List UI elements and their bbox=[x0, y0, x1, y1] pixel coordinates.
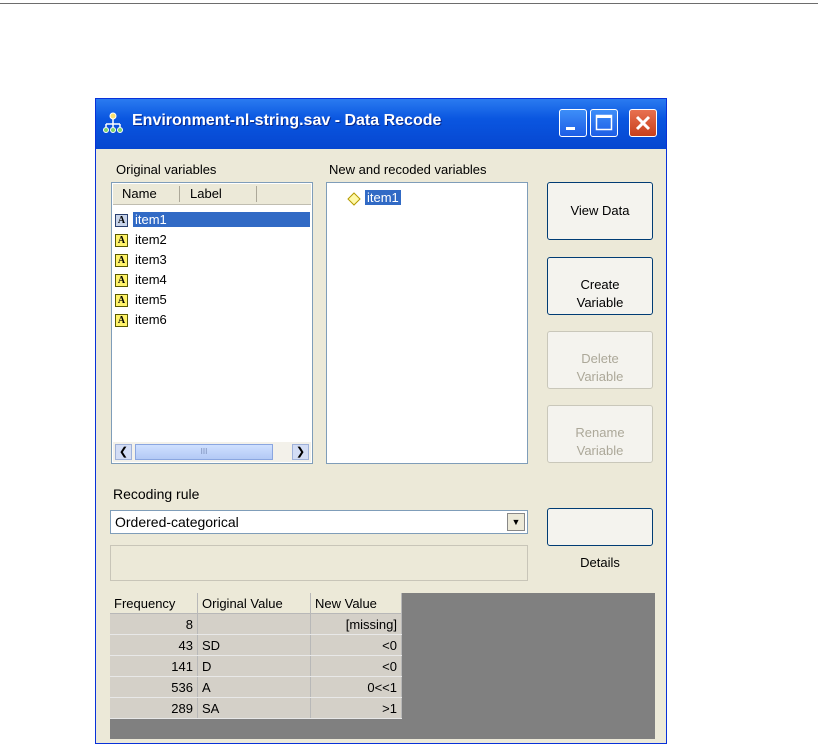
chevron-down-icon[interactable]: ▼ bbox=[507, 513, 525, 531]
cell-original-value: D bbox=[197, 655, 311, 677]
recode-table[interactable]: Frequency Original Value New Value 8 [mi… bbox=[110, 593, 655, 739]
table-row[interactable]: 8 [missing] bbox=[110, 613, 402, 635]
view-data-label: View Data bbox=[570, 203, 630, 218]
column-separator[interactable] bbox=[256, 186, 257, 202]
cell-new-value[interactable]: <0 bbox=[310, 655, 402, 677]
string-variable-icon: A bbox=[115, 254, 128, 267]
variable-name: item4 bbox=[135, 272, 167, 287]
recoding-rule-label: Recoding rule bbox=[113, 486, 200, 502]
data-recode-window: Environment-nl-string.sav - Data Recode … bbox=[95, 98, 667, 744]
list-item[interactable]: A item2 bbox=[115, 231, 215, 251]
header-new-value[interactable]: New Value bbox=[310, 593, 402, 614]
original-variables-label: Original variables bbox=[116, 162, 217, 177]
delete-variable-button[interactable]: Delete Variable bbox=[547, 331, 653, 389]
variable-name: item6 bbox=[135, 312, 167, 327]
scroll-right-icon[interactable]: ❯ bbox=[292, 444, 309, 460]
table-row[interactable]: 536 A 0<<1 bbox=[110, 676, 402, 698]
string-variable-icon: A bbox=[115, 234, 128, 247]
cell-original-value bbox=[197, 613, 311, 635]
cell-original-value: SD bbox=[197, 634, 311, 656]
new-variables-tree[interactable]: item1 bbox=[326, 182, 528, 464]
recoding-rule-value: Ordered-categorical bbox=[115, 514, 239, 530]
string-variable-icon: A bbox=[115, 274, 128, 287]
rename-variable-button[interactable]: Rename Variable bbox=[547, 405, 653, 463]
table-row[interactable]: 43 SD <0 bbox=[110, 634, 402, 656]
maximize-button[interactable] bbox=[590, 109, 618, 137]
header-original-value[interactable]: Original Value bbox=[197, 593, 311, 614]
list-item[interactable]: A item3 bbox=[115, 251, 215, 271]
minimize-button[interactable] bbox=[559, 109, 587, 137]
cell-new-value[interactable]: <0 bbox=[310, 634, 402, 656]
cell-frequency: 141 bbox=[110, 655, 198, 677]
string-variable-icon: A bbox=[115, 294, 128, 307]
table-row[interactable]: 289 SA >1 bbox=[110, 697, 402, 719]
cell-frequency: 536 bbox=[110, 676, 198, 698]
close-button[interactable] bbox=[629, 109, 657, 137]
column-name[interactable]: Name bbox=[122, 186, 157, 201]
table-header-row: Frequency Original Value New Value bbox=[110, 593, 402, 614]
window-title: Environment-nl-string.sav - Data Recode bbox=[132, 112, 442, 129]
variable-name: item1 bbox=[133, 212, 310, 227]
variable-name: item5 bbox=[135, 292, 167, 307]
new-variables-label: New and recoded variables bbox=[329, 162, 487, 177]
list-header: Name Label bbox=[113, 184, 311, 205]
variable-name: item3 bbox=[135, 252, 167, 267]
create-variable-button[interactable]: Create Variable bbox=[547, 257, 653, 315]
tree-item[interactable]: item1 bbox=[347, 189, 447, 209]
minimize-icon bbox=[566, 127, 575, 130]
cell-original-value: A bbox=[197, 676, 311, 698]
cell-new-value[interactable]: >1 bbox=[310, 697, 402, 719]
details-label: Details bbox=[580, 555, 620, 570]
column-separator[interactable] bbox=[179, 186, 180, 202]
view-data-button[interactable]: View Data bbox=[547, 182, 653, 240]
rename-variable-label: Rename Variable bbox=[575, 425, 625, 458]
list-item[interactable]: A item1 bbox=[115, 211, 310, 231]
list-item[interactable]: A item5 bbox=[115, 291, 215, 311]
delete-variable-label: Delete Variable bbox=[576, 351, 624, 384]
cell-original-value: SA bbox=[197, 697, 311, 719]
create-variable-label: Create Variable bbox=[576, 277, 624, 310]
table-row[interactable]: 141 D <0 bbox=[110, 655, 402, 677]
maximize-icon bbox=[595, 114, 613, 131]
list-item[interactable]: A item6 bbox=[115, 311, 215, 331]
string-variable-icon: A bbox=[115, 214, 128, 227]
app-tree-icon bbox=[103, 112, 123, 133]
recoding-rule-dropdown[interactable]: Ordered-categorical ▼ bbox=[110, 510, 528, 534]
new-variable-name: item1 bbox=[365, 190, 401, 205]
close-icon bbox=[635, 115, 651, 131]
scroll-thumb[interactable]: III bbox=[135, 444, 273, 460]
details-button[interactable]: Details bbox=[547, 508, 653, 570]
title-bar[interactable]: Environment-nl-string.sav - Data Recode bbox=[96, 99, 666, 149]
column-label[interactable]: Label bbox=[190, 186, 222, 201]
cell-frequency: 43 bbox=[110, 634, 198, 656]
top-rule bbox=[0, 3, 818, 4]
string-variable-icon: A bbox=[115, 314, 128, 327]
cell-new-value[interactable]: [missing] bbox=[310, 613, 402, 635]
cell-frequency: 289 bbox=[110, 697, 198, 719]
horizontal-scrollbar[interactable]: ❮ III ❯ bbox=[113, 442, 311, 462]
original-variables-list[interactable]: Name Label A item1 A item2 A item3 A ite… bbox=[111, 182, 313, 464]
header-frequency[interactable]: Frequency bbox=[110, 593, 198, 614]
scroll-left-icon[interactable]: ❮ bbox=[115, 444, 132, 460]
list-item[interactable]: A item4 bbox=[115, 271, 215, 291]
diamond-icon bbox=[347, 192, 361, 206]
cell-frequency: 8 bbox=[110, 613, 198, 635]
cell-new-value[interactable]: 0<<1 bbox=[310, 676, 402, 698]
variable-name: item2 bbox=[135, 232, 167, 247]
frequency-table: Frequency Original Value New Value 8 [mi… bbox=[110, 593, 402, 719]
rule-description-box bbox=[110, 545, 528, 581]
